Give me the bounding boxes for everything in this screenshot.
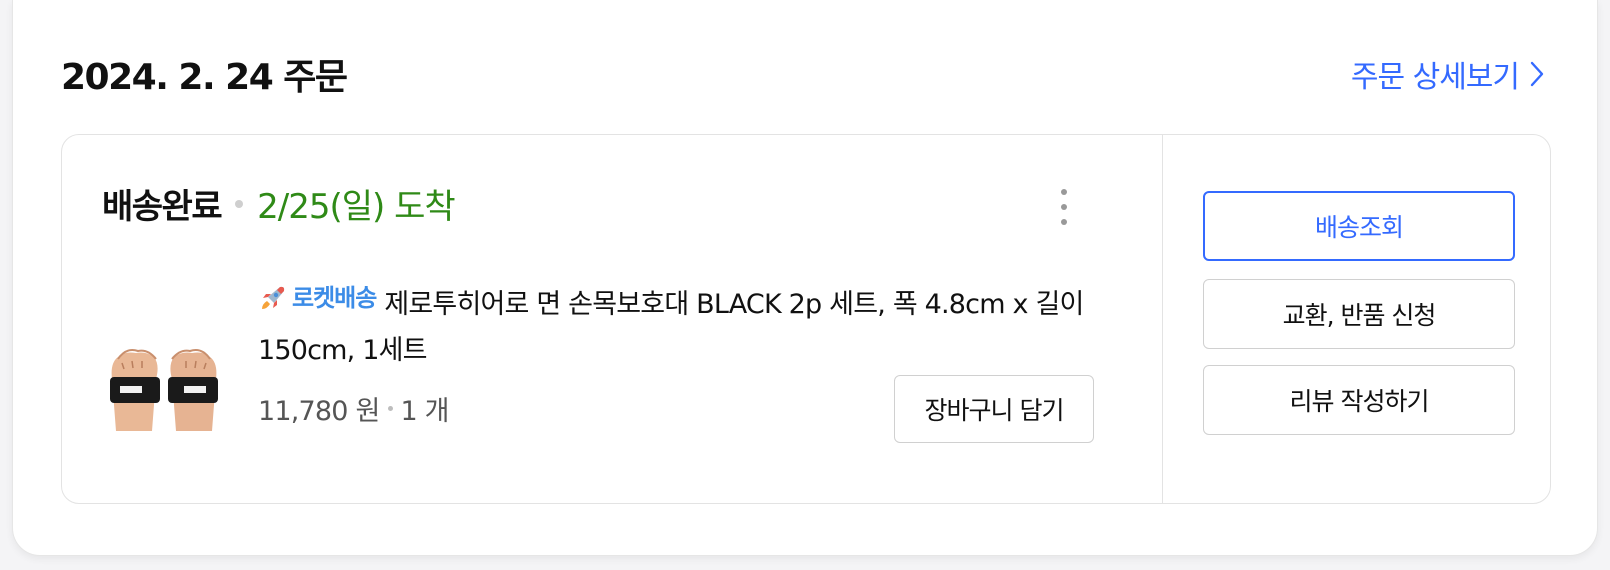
product-name-block[interactable]: 로켓배송 제로투히어로 면 손목보호대 BLACK 2p 세트, 폭 4.8cm… — [258, 275, 1138, 374]
order-item-box: 배송완료 2/25(일) 도착 로켓배송 제로투히어로 면 손목보호대 BLAC… — [61, 134, 1551, 504]
chevron-right-icon — [1530, 61, 1544, 87]
more-vertical-icon[interactable] — [1050, 187, 1078, 227]
order-item-main: 배송완료 2/25(일) 도착 로켓배송 제로투히어로 면 손목보호대 BLAC… — [62, 135, 1162, 503]
separator-dot — [387, 406, 393, 411]
order-actions: 배송조회 교환, 반품 신청 리뷰 작성하기 — [1162, 135, 1550, 503]
order-card: 2024. 2. 24 주문 주문 상세보기 배송완료 2/25(일) 도착 로… — [12, 0, 1598, 556]
exchange-return-button[interactable]: 교환, 반품 신청 — [1203, 279, 1515, 349]
rocket-delivery-badge: 로켓배송 — [258, 275, 377, 321]
rocket-icon — [262, 286, 285, 309]
delivery-status: 배송완료 — [102, 187, 223, 227]
order-detail-label: 주문 상세보기 — [1350, 60, 1520, 95]
write-review-button[interactable]: 리뷰 작성하기 — [1203, 365, 1515, 435]
delivery-status-row: 배송완료 2/25(일) 도착 — [102, 179, 456, 228]
order-detail-link[interactable]: 주문 상세보기 — [1351, 52, 1545, 96]
order-date-title: 2024. 2. 24 주문 — [61, 57, 348, 98]
product-name[interactable]: 제로투히어로 면 손목보호대 BLACK 2p 세트, 폭 4.8cm x 길이… — [258, 289, 1084, 366]
track-delivery-button[interactable]: 배송조회 — [1203, 191, 1515, 261]
product-image[interactable] — [102, 307, 226, 431]
add-to-cart-button[interactable]: 장바구니 담기 — [894, 375, 1094, 443]
arrival-date: 2/25(일) 도착 — [257, 187, 456, 227]
price-row: 11,780 원 1 개 — [258, 389, 450, 428]
rocket-badge-label: 로켓배송 — [292, 284, 377, 312]
separator-dot — [235, 199, 244, 208]
product-price: 11,780 원 — [258, 396, 380, 427]
product-quantity: 1 개 — [400, 396, 450, 427]
